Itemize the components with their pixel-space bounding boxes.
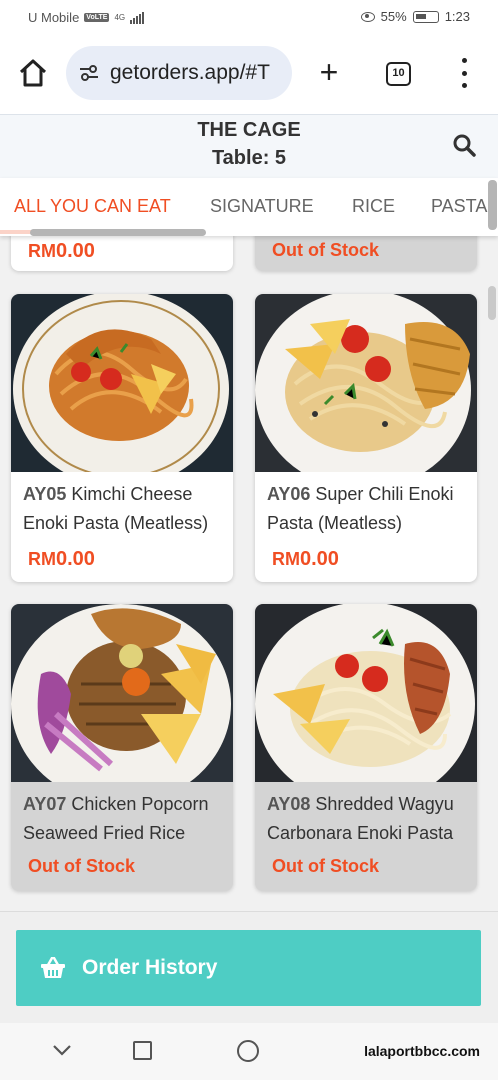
chevron-down-icon: [53, 1045, 71, 1056]
page-scrollbar[interactable]: [488, 286, 496, 320]
signal-icon: [130, 11, 145, 24]
order-history-label: Order History: [82, 956, 218, 979]
food-image: [11, 604, 233, 782]
item-title: AY06 Super Chili Enoki Pasta (Meatless): [255, 472, 477, 538]
site-settings-icon[interactable]: [78, 62, 100, 84]
menu-dot: [461, 58, 467, 63]
address-bar[interactable]: getorders.app/#T: [66, 46, 292, 100]
out-of-stock-label: Out of Stock: [272, 856, 379, 876]
watermark: lalaportbbcc.com: [364, 1043, 480, 1059]
volte-badge: VoLTE: [84, 13, 110, 22]
status-left: U Mobile VoLTE 4G: [28, 10, 145, 25]
price-value: 0.00: [56, 548, 95, 570]
system-nav-bar: lalaportbbcc.com: [0, 1023, 498, 1080]
menu-dot: [461, 70, 467, 76]
item-price: RM0.00: [272, 548, 339, 571]
battery-icon: [412, 10, 439, 23]
item-title: AY07 Chicken Popcorn Seaweed Fried Rice: [11, 782, 233, 848]
order-history-bar: Order History: [0, 911, 498, 1023]
order-history-button[interactable]: Order History: [16, 930, 481, 1006]
category-tabs: ALL YOU CAN EAT SIGNATURE RICE PASTA: [0, 178, 498, 236]
item-code: AY08: [267, 794, 311, 814]
network-label: 4G: [114, 13, 126, 22]
url-text[interactable]: getorders.app/#T: [110, 61, 270, 85]
menu-card[interactable]: AY05 Kimchi Cheese Enoki Pasta (Meatless…: [11, 294, 233, 582]
browser-toolbar: getorders.app/#T + 10: [0, 34, 498, 114]
header-scrollbar[interactable]: [488, 180, 497, 230]
nav-back-button[interactable]: [52, 1043, 72, 1057]
tab-pasta[interactable]: PASTA: [431, 196, 487, 217]
menu-card[interactable]: AY06 Super Chili Enoki Pasta (Meatless) …: [255, 294, 477, 582]
menu-dot: [461, 83, 467, 88]
menu-grid: RM0.00 Out of Stock AY05 Kimchi Cheese E…: [0, 236, 498, 911]
item-title: AY05 Kimchi Cheese Enoki Pasta (Meatless…: [11, 472, 233, 538]
price-prefix: RM: [28, 549, 56, 569]
price-prefix: RM: [272, 549, 300, 569]
clock: 1:23: [444, 9, 470, 24]
item-code: AY07: [23, 794, 67, 814]
search-icon: [453, 134, 476, 157]
nav-home-button[interactable]: [237, 1040, 259, 1062]
out-of-stock-label: Out of Stock: [272, 240, 379, 260]
tabs-scrollbar[interactable]: [30, 229, 206, 236]
basket-icon: [41, 957, 65, 978]
price-prefix: RM: [28, 241, 56, 261]
item-code: AY05: [23, 484, 67, 504]
battery-percent: 55%: [380, 9, 407, 24]
out-of-stock-label: Out of Stock: [28, 856, 135, 876]
home-icon: [19, 59, 47, 87]
menu-card-partial[interactable]: RM0.00: [11, 236, 233, 271]
menu-card-partial[interactable]: Out of Stock: [255, 236, 477, 271]
price-value: 0.00: [300, 548, 339, 570]
menu-card[interactable]: AY08 Shredded Wagyu Carbonara Enoki Past…: [255, 604, 477, 891]
tab-signature[interactable]: SIGNATURE: [210, 196, 314, 217]
menu-card[interactable]: AY07 Chicken Popcorn Seaweed Fried Rice …: [11, 604, 233, 891]
status-right: 55% 1:23: [360, 9, 470, 24]
app-header: THE CAGE Table: 5: [0, 114, 498, 178]
tab-switcher-button[interactable]: 10: [386, 62, 411, 86]
store-name: THE CAGE: [197, 119, 301, 141]
tab-rice[interactable]: RICE: [352, 196, 395, 217]
nav-recents-button[interactable]: [133, 1041, 152, 1060]
home-button[interactable]: [16, 56, 50, 90]
eye-comfort-icon: [360, 11, 375, 22]
food-image: [255, 604, 477, 782]
table-number: Table: 5: [211, 147, 287, 169]
item-price: RM0.00: [28, 548, 95, 571]
browser-menu-button[interactable]: [456, 58, 472, 88]
new-tab-button[interactable]: +: [314, 56, 344, 88]
item-code: AY06: [267, 484, 311, 504]
food-image: [255, 294, 477, 472]
status-bar: U Mobile VoLTE 4G 55% 1:23: [0, 0, 498, 34]
price-value: 0.00: [56, 240, 95, 262]
carrier-label: U Mobile: [28, 10, 80, 25]
item-title: AY08 Shredded Wagyu Carbonara Enoki Past…: [255, 782, 477, 848]
food-image: [11, 294, 233, 472]
item-price: RM0.00: [28, 240, 95, 263]
search-button[interactable]: [452, 133, 476, 157]
plus-icon: +: [319, 54, 339, 90]
tab-all-you-can-eat[interactable]: ALL YOU CAN EAT: [14, 196, 171, 217]
